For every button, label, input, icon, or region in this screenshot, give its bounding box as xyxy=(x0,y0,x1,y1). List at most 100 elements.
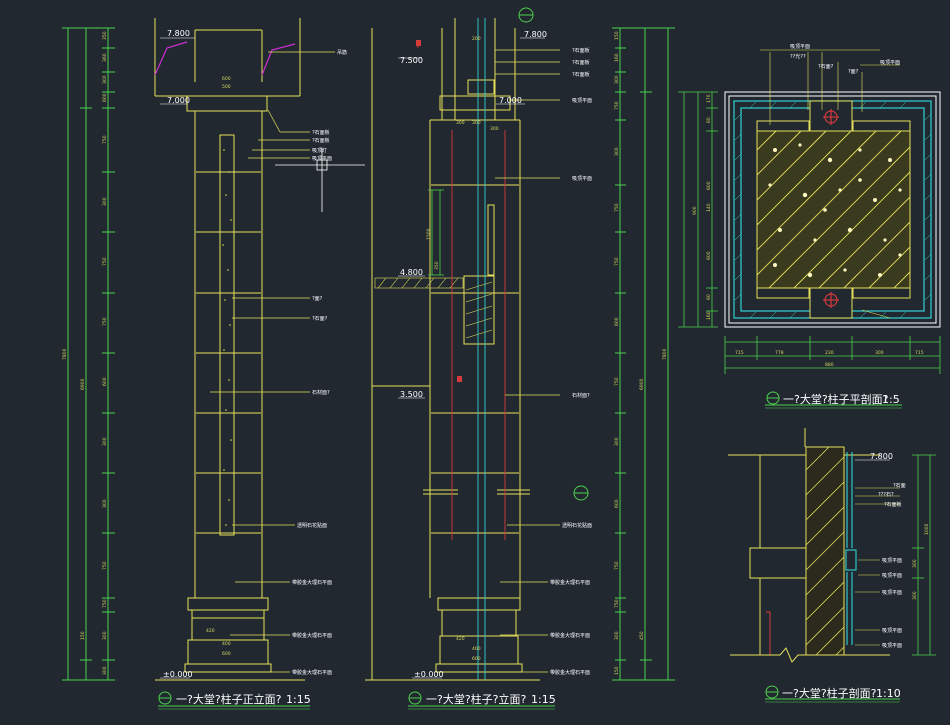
dim-text: 300 xyxy=(912,591,918,600)
dim-text: 600 xyxy=(706,251,712,260)
side-dim-texts: 200 300 300 300 420 400 600 1500 350 xyxy=(426,36,499,662)
section-marker-top xyxy=(518,7,534,23)
section-marker-mid xyxy=(573,485,589,501)
dim-text: 750 xyxy=(102,561,108,570)
section-annotation: 吸顶平面 xyxy=(882,628,902,634)
dim-text: 600 xyxy=(614,317,620,326)
front-column-body xyxy=(154,18,301,673)
plan-annotation: ??光?? xyxy=(790,53,806,60)
front-annotation: 带胶金大理石平面 xyxy=(292,579,332,586)
section-annotation: 吸顶平面 xyxy=(882,573,902,579)
dim-text: 750 xyxy=(102,135,108,144)
dim-text: 600 xyxy=(222,76,231,82)
dim-text: 160 xyxy=(706,311,712,320)
dim-text: 750 xyxy=(614,257,620,266)
dim-text: 400 xyxy=(472,646,481,652)
section-annotation: ???石? xyxy=(878,492,894,498)
section-annotation: 吸顶平面 xyxy=(882,643,902,649)
plan-stone-core xyxy=(756,130,911,289)
dim-text: 350 xyxy=(434,261,440,270)
dim-text: 60 xyxy=(706,294,712,300)
dim-text: 778 xyxy=(775,350,784,356)
side-annotation: ?石面板 xyxy=(572,59,590,66)
front-annotation: ?石面板 xyxy=(312,129,330,136)
section-annotation: 吸顶平面 xyxy=(882,590,902,596)
section-annotation: ?石面板 xyxy=(884,501,902,508)
plan-annotation: ?石面? xyxy=(818,64,834,70)
front-annotation: 吊筋 xyxy=(337,49,347,56)
front-annotation-texts: 吊筋 ?石面板 ?石面板 吸顶灯 吸顶平面 ?面? ?石面? 石材面? 透明石花… xyxy=(292,49,347,676)
side-annotation: ?石面板 xyxy=(572,47,590,54)
front-annotation: 带胶金大理石平面 xyxy=(292,632,332,639)
side-elevation-scale: 1:15 xyxy=(531,693,556,706)
front-annotation: 带胶金大理石平面 xyxy=(292,669,332,676)
dim-text: 150 xyxy=(614,666,620,675)
section-cyan-facing xyxy=(845,452,857,645)
dim-text: 600 xyxy=(472,656,481,662)
dim-text: 170 xyxy=(706,94,712,103)
dim-text: 360 xyxy=(102,53,108,62)
dim-text: 750 xyxy=(102,257,108,266)
dim-text: 750 xyxy=(102,317,108,326)
level-side-floor: ±0.000 xyxy=(414,670,444,679)
dim-text: 600 xyxy=(706,181,712,190)
front-annotation: ?石面板 xyxy=(312,137,330,144)
dim-text: 6900 xyxy=(80,378,86,390)
side-annotation: 吸顶平面 xyxy=(572,176,592,182)
front-cornice-profile xyxy=(154,41,296,76)
side-annotation: ?石面板 xyxy=(572,71,590,78)
dim-text: 600 xyxy=(102,93,108,102)
dim-text: 450 xyxy=(639,631,645,640)
front-elevation-title: 一?大堂?柱子正立面? xyxy=(176,692,282,706)
dim-text: 300 xyxy=(472,120,481,126)
front-annotation: 吸顶平面 xyxy=(312,156,332,162)
dim-text: 300 xyxy=(102,197,108,206)
cad-drawing-canvas: 一?大堂?柱子正立面? 1:15 一?大堂?柱子?立面? 1:15 一?大堂?柱… xyxy=(62,7,941,710)
dim-text: 300 xyxy=(456,120,465,126)
dim-text: 350 xyxy=(102,31,108,40)
dim-text: 750 xyxy=(614,101,620,110)
dim-text: 750 xyxy=(614,599,620,608)
dim-text: 715 xyxy=(735,350,744,356)
dim-text: 150 xyxy=(614,31,620,40)
dim-text: 420 xyxy=(206,628,215,634)
dim-text: 500 xyxy=(222,84,231,90)
side-annotation-texts: ?石面板 ?石面板 ?石面板 吸顶平面 吸顶平面 石材面? 透明石花贴面 带胶金… xyxy=(550,47,592,676)
dim-text: 750 xyxy=(614,203,620,212)
dim-text: 150 xyxy=(80,631,86,640)
front-annotation: 透明石花贴面 xyxy=(297,522,327,529)
dim-text: 300 xyxy=(102,666,108,675)
level-section-top: 7.800 xyxy=(870,452,893,461)
dim-text: 300 xyxy=(102,75,108,84)
dim-text: 900 xyxy=(692,206,698,215)
dim-text: 715 xyxy=(915,350,924,356)
dim-text: 300 xyxy=(102,499,108,508)
dim-text: 160 xyxy=(614,53,620,62)
front-dimension-chains xyxy=(62,27,115,681)
plan-section-scale: 1:5 xyxy=(882,393,900,406)
dim-text: 300 xyxy=(614,437,620,446)
level-front-floor: ±0.000 xyxy=(163,670,193,679)
dim-text: 750 xyxy=(614,377,620,386)
level-front-top: 7.800 xyxy=(167,29,190,38)
dim-text: 750 xyxy=(102,599,108,608)
plan-section-title: 一?大堂?柱子平剖面? xyxy=(783,392,889,406)
dim-text: 300 xyxy=(490,126,499,132)
title-symbols xyxy=(158,391,902,710)
dim-text: 7800 xyxy=(662,348,668,360)
dim-text: 140 xyxy=(706,203,712,212)
dim-text: 200 xyxy=(472,36,481,42)
plan-annotation: ?面? xyxy=(848,69,859,75)
dim-text: 230 xyxy=(825,350,834,356)
section-annotation-texts: ?石面 ???石? ?石面板 吸顶平面 吸顶平面 吸顶平面 吸顶平面 吸顶平面 xyxy=(878,483,906,649)
dim-text: 300 xyxy=(102,631,108,640)
section-annotation: ?石面 xyxy=(893,483,906,489)
front-annotation: 吸顶灯 xyxy=(312,147,327,154)
dim-text: 7800 xyxy=(62,348,68,360)
section-dims xyxy=(912,454,936,656)
front-elevation-scale: 1:15 xyxy=(286,693,311,706)
dim-text: 880 xyxy=(825,362,834,368)
side-annotation: 带胶金大理石平面 xyxy=(550,669,590,676)
section-detail xyxy=(728,428,936,663)
dim-text: 300 xyxy=(614,147,620,156)
